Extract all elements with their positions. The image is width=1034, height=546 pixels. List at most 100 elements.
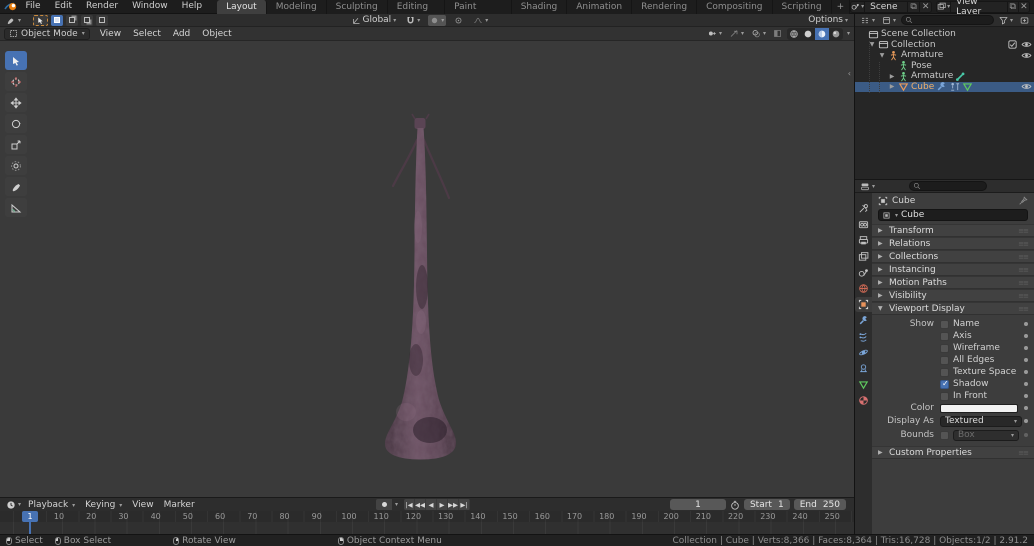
panel-instancing[interactable]: ▶ Instancing ≡≡	[872, 263, 1034, 276]
eye-icon[interactable]	[1021, 50, 1032, 61]
select-mode-extend-button[interactable]	[66, 14, 79, 26]
proportional-editing-button[interactable]	[452, 15, 465, 26]
name-checkbox[interactable]	[940, 319, 949, 329]
tab-uv-editing[interactable]: UV Editing	[387, 0, 446, 14]
shading-wireframe-button[interactable]	[787, 28, 801, 40]
tab-animation[interactable]: Animation	[567, 0, 633, 14]
properties-tab-material[interactable]	[855, 393, 872, 408]
playhead[interactable]: 1	[22, 511, 38, 522]
auto-keying-dropdown[interactable]: ▾	[395, 501, 398, 508]
drag-grip-icon[interactable]: ≡≡	[1018, 266, 1029, 274]
properties-tab-data[interactable]	[855, 377, 872, 392]
properties-tab-physics[interactable]	[855, 345, 872, 360]
animate-dot[interactable]	[1024, 370, 1028, 374]
gizmos-dropdown[interactable]: ▾	[727, 28, 746, 39]
properties-search-input[interactable]	[909, 181, 988, 191]
scene-name[interactable]: Scene	[865, 2, 907, 12]
view-layer-selector[interactable]: ▾ View Layer ⧉ ✕	[936, 0, 1030, 17]
shadow-checkbox[interactable]	[940, 379, 949, 389]
model-creature[interactable]	[378, 112, 463, 467]
viewport-menu-add[interactable]: Add	[167, 29, 196, 39]
tool-cursor-button[interactable]	[5, 72, 27, 91]
tab-scripting[interactable]: Scripting	[772, 0, 832, 14]
panel-relations[interactable]: ▶ Relations ≡≡	[872, 237, 1034, 250]
new-workspace-button[interactable]: +	[831, 0, 851, 14]
drag-grip-icon[interactable]: ≡≡	[1018, 449, 1029, 457]
panel-collections[interactable]: ▶ Collections ≡≡	[872, 250, 1034, 263]
shading-rendered-button[interactable]	[829, 28, 843, 40]
tool-rotate-button[interactable]	[5, 114, 27, 133]
menu-help[interactable]: Help	[175, 0, 210, 13]
select-mode-invert-button[interactable]	[96, 14, 109, 26]
options-dropdown[interactable]: Options ▾	[806, 15, 850, 26]
outliner-row-armature[interactable]: ▶ Armature	[855, 71, 1034, 82]
animate-dot[interactable]	[1024, 346, 1028, 350]
properties-tab-world[interactable]	[855, 281, 872, 296]
proportional-falloff-dropdown[interactable]: ▾	[471, 15, 490, 26]
viewport-menu-view[interactable]: View	[94, 29, 127, 39]
panel-viewport-display[interactable]: ▼ Viewport Display ≡≡	[872, 302, 1034, 315]
color-swatch[interactable]	[940, 403, 1018, 413]
menu-window[interactable]: Window	[125, 0, 175, 13]
outliner-new-collection-button[interactable]	[1018, 15, 1031, 26]
shading-solid-button[interactable]	[801, 28, 815, 40]
tab-rendering[interactable]: Rendering	[632, 0, 698, 14]
properties-tab-output[interactable]	[855, 233, 872, 248]
shading-dropdown[interactable]: ▾	[847, 30, 850, 37]
in-front-checkbox[interactable]	[940, 391, 949, 401]
transform-orientation-dropdown[interactable]: Global ▾	[350, 15, 398, 26]
bounds-checkbox[interactable]	[940, 430, 949, 440]
properties-tab-modifiers[interactable]	[855, 313, 872, 328]
outliner-display-mode-dropdown[interactable]: ▾	[880, 15, 898, 26]
animate-dot[interactable]	[1024, 358, 1028, 362]
current-frame-field[interactable]: 1	[669, 499, 726, 510]
snap-settings-button[interactable]: ▾	[428, 14, 447, 26]
outliner-row-armature[interactable]: ▼ Armature	[855, 50, 1034, 61]
viewport-menu-select[interactable]: Select	[127, 29, 167, 39]
scene-copy-button[interactable]: ⧉	[907, 1, 919, 12]
tab-sculpting[interactable]: Sculpting	[326, 0, 388, 14]
scene-unlink-button[interactable]: ✕	[919, 1, 931, 12]
animate-dot[interactable]	[1024, 382, 1028, 386]
drag-grip-icon[interactable]: ≡≡	[1018, 227, 1029, 235]
drag-grip-icon[interactable]: ≡≡	[1018, 240, 1029, 248]
view-layer-copy-button[interactable]: ⧉	[1006, 1, 1018, 12]
panel-custom-properties[interactable]: ▶ Custom Properties ≡≡	[872, 446, 1034, 459]
select-mode-subtract-button[interactable]	[81, 14, 94, 26]
show-object-types-dropdown[interactable]: ▾	[705, 28, 724, 39]
properties-tab-render[interactable]	[855, 217, 872, 232]
menu-render[interactable]: Render	[79, 0, 125, 13]
texture-space-checkbox[interactable]	[940, 367, 949, 377]
exclude-checkbox-icon[interactable]	[1007, 39, 1018, 50]
tool-measure-button[interactable]	[5, 198, 27, 217]
properties-tab-scene[interactable]	[855, 265, 872, 280]
display-as-dropdown[interactable]: Textured ▾	[940, 415, 1022, 427]
xray-toggle-button[interactable]	[771, 28, 784, 39]
tab-modeling[interactable]: Modeling	[266, 0, 327, 14]
breadcrumb-object-name[interactable]: Cube	[892, 196, 915, 206]
mode-selector[interactable]: Object Mode ▾	[4, 27, 90, 40]
expand-arrow-icon[interactable]: ▼	[878, 52, 886, 59]
next-keyframe-button[interactable]: ▶▶	[448, 499, 460, 510]
menu-edit[interactable]: Edit	[48, 0, 79, 13]
panel-transform[interactable]: ▶ Transform ≡≡	[872, 224, 1034, 237]
menu-file[interactable]: File	[19, 0, 48, 13]
outliner-editor-icon[interactable]: ▾	[858, 15, 877, 26]
start-frame-field[interactable]: Start 1	[743, 499, 790, 510]
tab-layout[interactable]: Layout	[217, 0, 267, 14]
animate-dot[interactable]	[1024, 322, 1028, 326]
expand-arrow-icon[interactable]: ▶	[888, 73, 896, 80]
viewport-menu-object[interactable]: Object	[196, 29, 237, 39]
active-tool-select-box[interactable]	[33, 14, 49, 26]
marker-menu[interactable]: Marker	[159, 500, 200, 510]
properties-editor-icon[interactable]: ▾	[858, 181, 877, 192]
animate-dot[interactable]	[1024, 406, 1028, 410]
drag-grip-icon[interactable]: ≡≡	[1018, 279, 1029, 287]
wireframe-checkbox[interactable]	[940, 343, 949, 353]
play-reverse-button[interactable]: ◀	[426, 499, 438, 510]
drag-grip-icon[interactable]: ≡≡	[1018, 292, 1029, 300]
outliner-search-input[interactable]	[901, 15, 994, 25]
play-button[interactable]: ▶	[437, 499, 449, 510]
prev-keyframe-button[interactable]: ◀◀	[415, 499, 427, 510]
view-menu-timeline[interactable]: View	[127, 500, 158, 510]
